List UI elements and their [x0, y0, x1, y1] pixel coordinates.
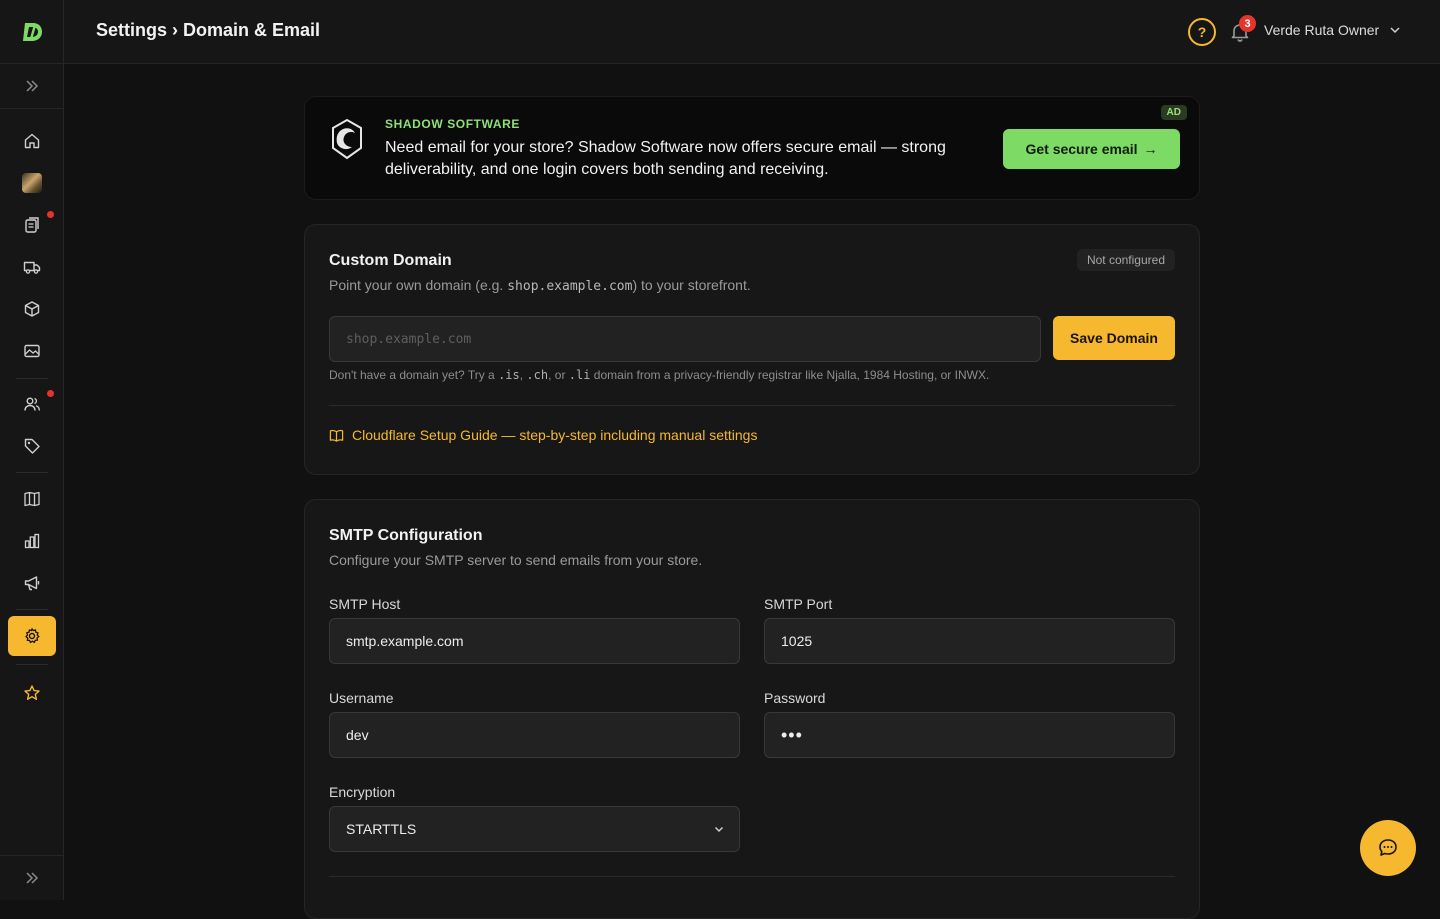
ad-badge: AD — [1160, 105, 1187, 120]
save-domain-button[interactable]: Save Domain — [1053, 316, 1175, 360]
chevron-down-icon — [1390, 27, 1400, 34]
box-icon — [24, 301, 40, 317]
nav-settings[interactable] — [8, 616, 56, 656]
chart-icon — [24, 533, 40, 549]
gear-icon — [25, 628, 40, 644]
store-avatar — [22, 173, 42, 193]
password-label: Password — [764, 690, 826, 706]
shadow-software-logo-icon — [332, 118, 362, 160]
nav-shipping[interactable] — [8, 247, 56, 287]
top-header: Settings › Domain & Email ? 3 Verde Ruta… — [64, 0, 1440, 64]
logo-icon — [23, 22, 42, 41]
chevrons-right-icon — [26, 80, 39, 92]
expand-sidebar-button[interactable] — [0, 64, 64, 109]
home-icon — [24, 133, 40, 149]
section-divider — [329, 405, 1175, 406]
smtp-subtitle: Configure your SMTP server to send email… — [329, 552, 703, 568]
section-divider — [329, 876, 1175, 877]
sidebar — [0, 0, 64, 900]
book-icon — [24, 491, 40, 507]
domain-status-badge: Not configured — [1076, 249, 1175, 271]
ad-text: Need email for your store? Shadow Softwa… — [385, 139, 946, 178]
smtp-port-input[interactable]: 1025 — [764, 618, 1175, 664]
notification-dot — [47, 211, 54, 218]
smtp-host-input[interactable]: smtp.example.com — [329, 618, 740, 664]
nav-products[interactable] — [8, 289, 56, 329]
help-icon: ? — [1197, 24, 1207, 40]
book-open-icon — [329, 429, 344, 442]
chevrons-right-icon — [26, 872, 39, 884]
user-menu[interactable]: Verde Ruta Owner — [1264, 22, 1401, 38]
custom-domain-subtitle: Point your own domain (e.g. shop.example… — [329, 277, 751, 294]
encryption-label: Encryption — [329, 784, 396, 800]
user-name: Verde Ruta Owner — [1264, 22, 1380, 38]
truck-icon — [23, 261, 41, 274]
nav-guides[interactable] — [8, 479, 56, 519]
nav-discounts[interactable] — [8, 426, 56, 466]
encryption-select[interactable]: STARTTLS — [329, 806, 740, 852]
nav-orders[interactable] — [8, 205, 56, 245]
cloudflare-guide-link[interactable]: Cloudflare Setup Guide — step-by-step in… — [329, 427, 757, 443]
notification-dot — [47, 390, 54, 397]
domain-hint: Don't have a domain yet? Try a .is, .ch,… — [329, 368, 990, 382]
smtp-title: SMTP Configuration — [329, 527, 483, 544]
app-logo[interactable] — [0, 0, 64, 64]
nav-customers[interactable] — [8, 384, 56, 424]
star-icon — [24, 685, 40, 700]
custom-domain-card: Custom Domain Point your own domain (e.g… — [304, 224, 1200, 475]
ad-brand: SHADOW SOFTWARE — [385, 117, 520, 131]
tag-icon — [24, 438, 40, 454]
domain-input[interactable]: shop.example.com — [329, 316, 1041, 362]
help-button[interactable]: ? — [1188, 18, 1216, 46]
encryption-value: STARTTLS — [346, 821, 417, 837]
nav-home[interactable] — [8, 121, 56, 161]
nav-divider — [16, 609, 48, 610]
smtp-host-label: SMTP Host — [329, 596, 401, 612]
cloudflare-guide-label: Cloudflare Setup Guide — step-by-step in… — [352, 427, 758, 443]
nav-store[interactable] — [8, 163, 56, 203]
nav-divider — [16, 378, 48, 379]
nav-analytics[interactable] — [8, 521, 56, 561]
nav-marketing[interactable] — [8, 563, 56, 603]
megaphone-icon — [24, 576, 40, 591]
nav-favorites[interactable] — [8, 673, 56, 713]
smtp-configuration-card: SMTP Configuration Configure your SMTP s… — [304, 499, 1200, 919]
smtp-port-label: SMTP Port — [764, 596, 833, 612]
ad-cta-label: Get secure email — [1025, 141, 1138, 157]
get-secure-email-button[interactable]: Get secure email → — [1003, 129, 1180, 169]
users-icon — [24, 397, 40, 411]
chat-bubble-icon — [1379, 839, 1397, 856]
page-title: Settings › Domain & Email — [96, 20, 321, 40]
ad-banner: SHADOW SOFTWARE Need email for your stor… — [304, 96, 1200, 200]
collapse-toggle-button[interactable] — [0, 855, 64, 900]
chevron-down-icon — [714, 826, 724, 833]
password-input[interactable]: ••• — [764, 712, 1175, 758]
nav-divider — [16, 664, 48, 665]
main-content: SHADOW SOFTWARE Need email for your stor… — [64, 64, 1440, 919]
nav-media[interactable] — [8, 331, 56, 371]
notification-count-badge: 3 — [1239, 15, 1256, 32]
orders-icon — [25, 217, 39, 233]
arrow-right-icon: → — [1143, 141, 1158, 157]
chat-support-button[interactable] — [1360, 820, 1416, 876]
custom-domain-title: Custom Domain — [329, 252, 452, 269]
username-input[interactable]: dev — [329, 712, 740, 758]
username-label: Username — [329, 690, 394, 706]
image-icon — [24, 344, 40, 358]
nav-divider — [16, 472, 48, 473]
